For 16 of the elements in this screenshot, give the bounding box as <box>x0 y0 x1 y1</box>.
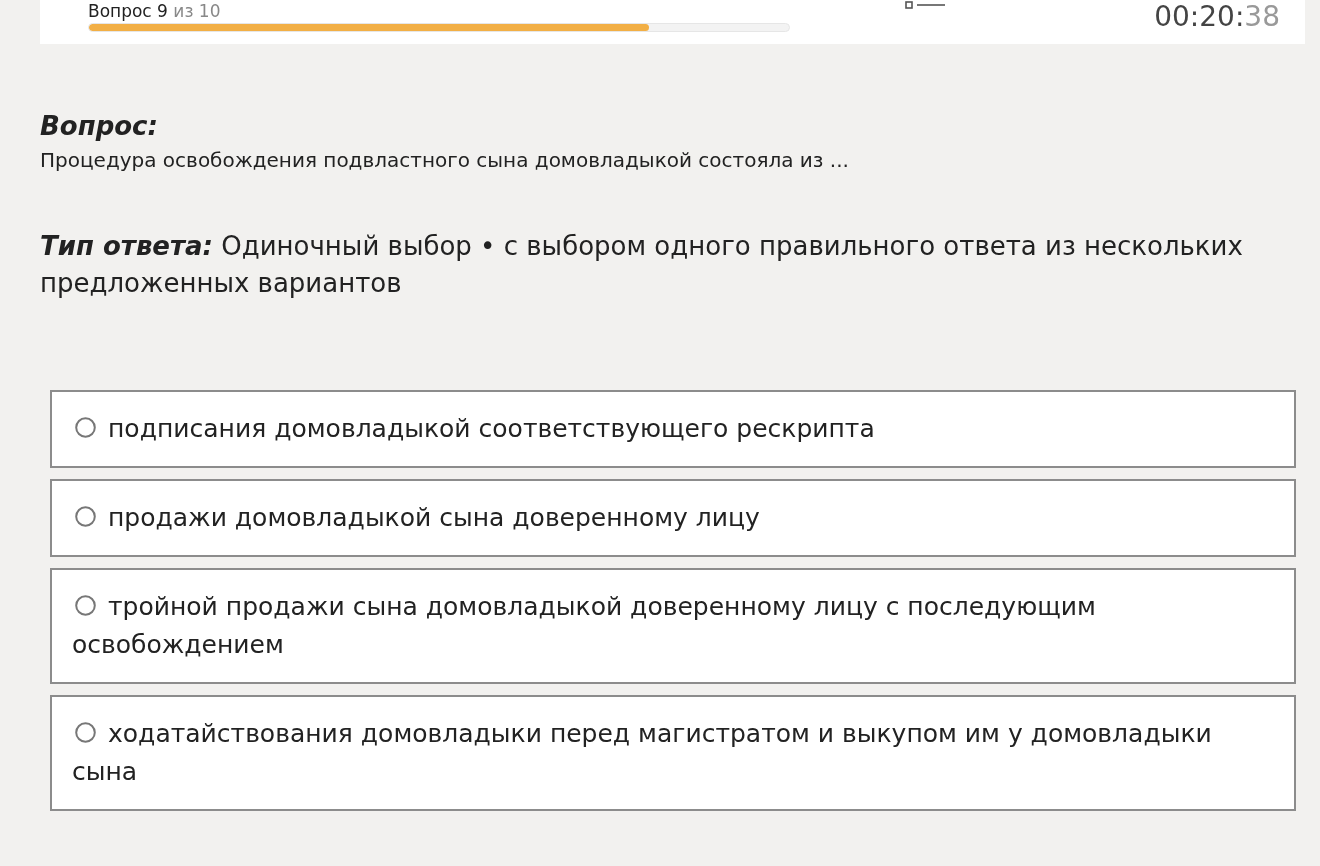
answer-type-text: Тип ответа: Одиночный выбор • с выбором одного правильного ответа из нескольких предложенных вариантов <box>40 230 1244 300</box>
radio-button[interactable] <box>75 417 96 438</box>
answer-option[interactable]: ходатайствования домовладыки перед магистратом и выкупом им у домовладыки сына <box>50 695 1296 811</box>
question-heading: Вопрос: <box>40 110 159 143</box>
answer-option[interactable]: подписания домовладыкой соответствующего рескрипта <box>50 390 1296 468</box>
answer-option[interactable]: продажи домовладыкой сына доверенному лицу <box>50 479 1296 557</box>
radio-button[interactable] <box>75 595 96 616</box>
answer-option[interactable]: тройной продажи сына домовладыкой доверенному лицу с последующим освобождением <box>50 568 1296 684</box>
radio-button[interactable] <box>75 506 96 527</box>
question-text: Процедура освобождения подвластного сына домовладыкой состояла из ... <box>40 147 850 173</box>
radio-button[interactable] <box>75 722 96 743</box>
square-line-icon[interactable] <box>905 0 945 10</box>
question-counter: Вопрос 9 <box>88 1 168 21</box>
question-total: из 10 <box>173 1 221 21</box>
timer-seconds: 38 <box>1244 0 1280 33</box>
timer-text: 00:20: <box>1154 0 1245 33</box>
